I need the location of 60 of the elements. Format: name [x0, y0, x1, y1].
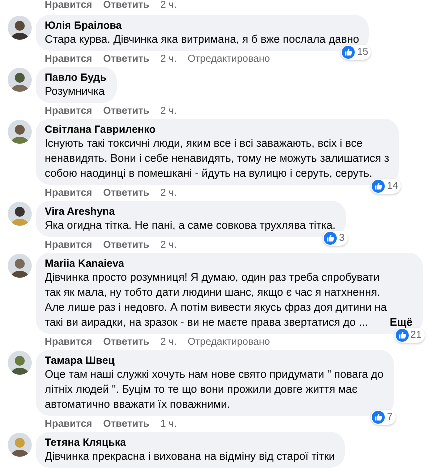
- reply-link[interactable]: Ответить: [103, 0, 150, 12]
- reaction-count: 7: [387, 412, 393, 423]
- like-link[interactable]: Нравится: [45, 188, 92, 200]
- author-name[interactable]: Павло Будь: [45, 72, 107, 85]
- see-more-link[interactable]: Ещё: [390, 316, 413, 331]
- reply-link[interactable]: Ответить: [103, 419, 150, 431]
- comment-time: 2 ч.: [160, 188, 177, 200]
- comment-time: 2 ч.: [160, 337, 177, 349]
- comment-time: 2 ч.: [160, 0, 177, 12]
- comment-text: Стара курва. Дівчинка яка витримана, я б вже послала давно: [45, 33, 360, 48]
- thumbs-up-icon: [342, 46, 356, 59]
- reaction-count: 21: [410, 330, 422, 341]
- author-name[interactable]: Тетяна Кляцька: [45, 437, 336, 450]
- reaction-badge[interactable]: 21: [394, 328, 425, 343]
- reaction-count: 14: [387, 181, 398, 192]
- avatar[interactable]: [8, 120, 32, 144]
- thumbs-up-icon: [324, 232, 338, 245]
- reply-link[interactable]: Ответить: [103, 337, 150, 349]
- edited-label: Отредактировано: [188, 337, 270, 349]
- like-link[interactable]: Нравится: [45, 0, 92, 12]
- reply-link[interactable]: Ответить: [103, 240, 150, 252]
- like-link[interactable]: Нравится: [45, 106, 92, 118]
- reaction-count: 3: [339, 233, 345, 244]
- author-name[interactable]: Світлана Гавриленко: [45, 124, 390, 137]
- reaction-count: 15: [357, 47, 368, 58]
- comment-text: Існують такі токсичні люди, яким все і всі заважають, всіх і все ненавидять. Вони і себе ненавидять, тому не можуть залишатися з собою наодинці в помешкані - йдуть на вулицю і серуть, серуть.: [45, 137, 390, 182]
- comment-time: 2 ч.: [160, 54, 177, 66]
- comment-time: 1 ч.: [160, 419, 177, 431]
- comment-time: 2 ч.: [160, 106, 177, 118]
- avatar[interactable]: [8, 351, 32, 375]
- avatar[interactable]: [8, 68, 32, 92]
- thumbs-up-icon: [396, 329, 409, 342]
- reaction-badge[interactable]: 15: [341, 45, 372, 60]
- reply-link[interactable]: Ответить: [103, 106, 150, 118]
- like-link[interactable]: Нравится: [45, 240, 92, 252]
- author-name[interactable]: Тамара Швец: [45, 355, 384, 368]
- avatar[interactable]: [8, 202, 32, 226]
- reaction-badge[interactable]: 3: [323, 231, 348, 246]
- avatar[interactable]: [8, 433, 32, 457]
- comment-text: Дівчинка прекрасна і вихована на відміну від старої тітки: [45, 450, 336, 465]
- edited-label: Отредактировано: [188, 54, 270, 66]
- author-name[interactable]: Mariia Kanaieva: [45, 258, 413, 271]
- reply-link[interactable]: Ответить: [103, 188, 150, 200]
- reaction-badge[interactable]: 7: [371, 410, 396, 425]
- reaction-badge[interactable]: 14: [371, 179, 402, 194]
- reply-link[interactable]: Ответить: [103, 54, 150, 66]
- avatar[interactable]: [8, 254, 32, 278]
- avatar[interactable]: [8, 16, 32, 40]
- like-link[interactable]: Нравится: [45, 419, 92, 431]
- like-link[interactable]: Нравится: [45, 54, 92, 66]
- thumbs-up-icon: [372, 411, 386, 424]
- comment-text: Яка огидна тітка. Не пані, а саме совкова трухлява тітка.: [45, 219, 336, 234]
- author-name[interactable]: Юлія Браілова: [45, 20, 360, 33]
- comment-text: Розумничка: [45, 85, 105, 100]
- comment-text: Оце там наші служкі хочуть нам нове свято придумати " повага до літніх людей ". Буцім то те що вони прожили довге життя має автоматично вважати їх поважними.: [45, 368, 384, 413]
- comment-text: Дівчинка просто розумниця! Я думаю, один раз треба спробувати так як мала, ну тобто дати людини шанс, якщо є час я натхнення. Але лише раз і недовго. А потім вивести якусь фраз доя дитини на такі ви аирадки, на зразок - ви не маєте права звертатися до ...: [45, 271, 388, 331]
- thumbs-up-icon: [372, 180, 386, 193]
- like-link[interactable]: Нравится: [45, 337, 92, 349]
- author-name[interactable]: Vira Areshyna: [45, 206, 336, 219]
- comment-time: 2 ч.: [160, 240, 177, 252]
